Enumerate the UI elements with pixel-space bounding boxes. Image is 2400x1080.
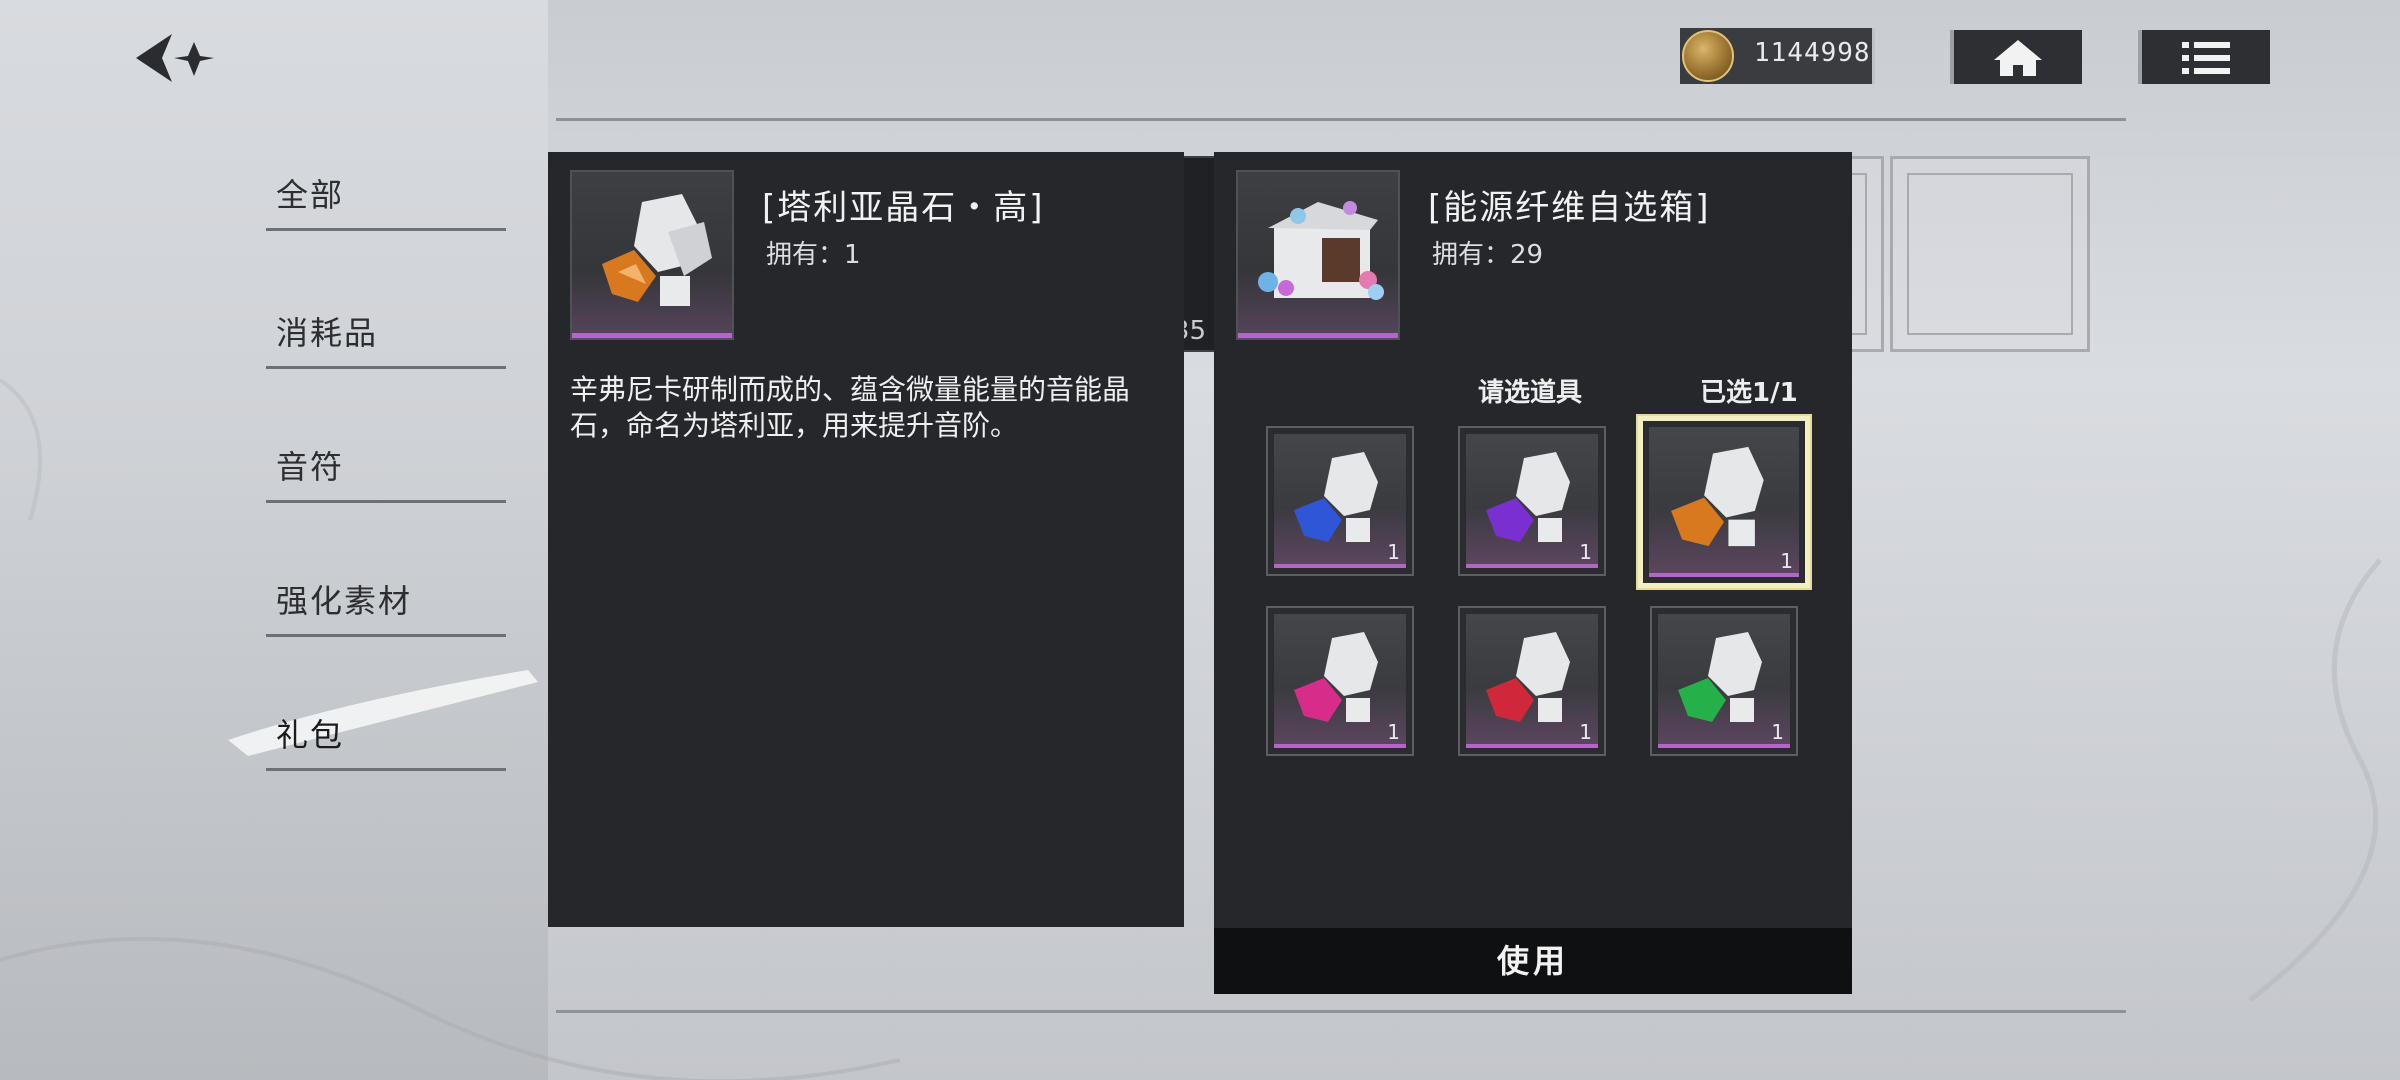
orange-crystal-icon	[1649, 427, 1799, 577]
category-label: 礼包	[276, 716, 345, 754]
red-crystal-icon	[1466, 614, 1598, 748]
option-count: 1	[1579, 720, 1592, 744]
home-button[interactable]	[1950, 30, 2082, 84]
list-menu-icon	[2182, 42, 2230, 74]
green-crystal-icon	[1658, 614, 1790, 748]
item-owned-count: 拥有：1	[766, 240, 861, 270]
category-gift-packs[interactable]: 礼包	[266, 708, 506, 771]
item-detail-panel: [塔利亚晶石・高] 拥有：1 辛弗尼卡研制而成的、蕴含微量能量的音能晶石，命名为…	[548, 152, 1184, 927]
pink-crystal-icon	[1274, 614, 1406, 748]
choose-item-label: 请选道具	[1478, 378, 1583, 408]
option-item-selected[interactable]: 1	[1636, 414, 1812, 590]
back-button[interactable]	[128, 28, 218, 88]
option-count: 1	[1579, 540, 1592, 564]
option-item[interactable]: 1	[1266, 426, 1414, 576]
chest-icon	[1236, 170, 1400, 340]
blue-crystal-icon	[1274, 434, 1406, 568]
crystal-icon	[570, 170, 734, 340]
item-title: [塔利亚晶石・高]	[762, 188, 1045, 228]
menu-button[interactable]	[2138, 30, 2270, 84]
currency-value: 1144998	[1754, 38, 1871, 68]
divider	[556, 118, 2126, 121]
option-count: 1	[1780, 549, 1793, 573]
category-label: 全部	[276, 176, 345, 214]
selection-chest-panel: [能源纤维自选箱] 拥有：29 请选道具 已选1/1 1 1 1 1 1 1	[1214, 152, 1852, 994]
inventory-slot-empty[interactable]	[1890, 156, 2090, 352]
option-item[interactable]: 1	[1458, 426, 1606, 576]
category-label: 强化素材	[276, 582, 413, 620]
category-label: 消耗品	[276, 314, 379, 352]
purple-crystal-icon	[1466, 434, 1598, 568]
home-icon	[1994, 40, 2042, 76]
option-count: 1	[1387, 720, 1400, 744]
category-enhance-materials[interactable]: 强化素材	[266, 574, 506, 637]
use-button[interactable]: 使用	[1214, 928, 1852, 994]
category-label: 音符	[276, 448, 345, 486]
option-item[interactable]: 1	[1458, 606, 1606, 756]
back-arrow-icon	[136, 34, 214, 82]
category-sidebar	[0, 0, 548, 1080]
option-count: 1	[1771, 720, 1784, 744]
divider	[556, 1010, 2126, 1013]
selected-count-label: 已选1/1	[1700, 378, 1798, 408]
chest-owned-count: 拥有：29	[1432, 240, 1544, 270]
currency-display: 1144998	[1680, 28, 1875, 84]
category-notes[interactable]: 音符	[266, 440, 506, 503]
option-item[interactable]: 1	[1266, 606, 1414, 756]
option-item[interactable]: 1	[1650, 606, 1798, 756]
coin-icon	[1682, 30, 1734, 82]
category-all[interactable]: 全部	[266, 168, 506, 231]
chest-title: [能源纤维自选箱]	[1428, 188, 1711, 228]
item-description: 辛弗尼卡研制而成的、蕴含微量能量的音能晶石，命名为塔利亚，用来提升音阶。	[570, 373, 1131, 442]
category-consumables[interactable]: 消耗品	[266, 306, 506, 369]
option-count: 1	[1387, 540, 1400, 564]
